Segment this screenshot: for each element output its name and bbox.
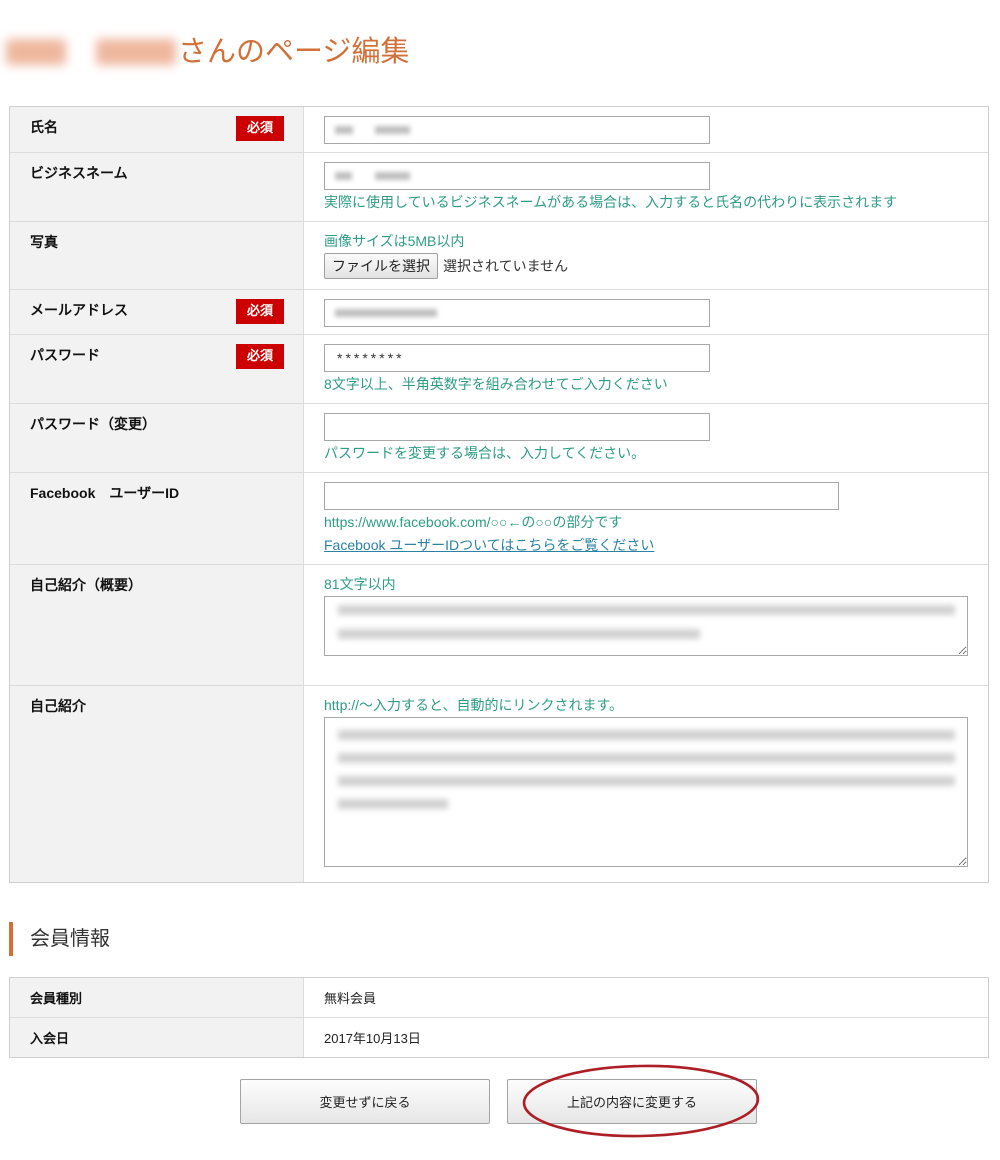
label-cell: パスワード（変更）	[10, 404, 304, 472]
input-cell: 81文字以内	[304, 565, 988, 685]
password-change-input[interactable]	[324, 413, 710, 441]
required-badge: 必須	[236, 116, 284, 141]
name-input-wrapper	[324, 116, 710, 144]
label-cell: 入会日	[10, 1018, 304, 1057]
intro-help: http://～入力すると、自動的にリンクされます。	[324, 697, 624, 713]
business-name-label: ビジネスネーム	[30, 165, 128, 181]
membership-info-table: 会員種別 無料会員 入会日 2017年10月13日	[9, 977, 989, 1058]
facebook-id-label: Facebook ユーザーID	[30, 485, 180, 501]
field-row-password: パスワード 必須 8文字以上、半角英数字を組み合わせてご入力ください	[10, 335, 988, 404]
intro-label: 自己紹介	[30, 698, 86, 714]
label-cell: 会員種別	[10, 978, 304, 1017]
password-label: パスワード	[30, 347, 100, 363]
field-row-photo: 写真 画像サイズは5MB以内 ファイルを選択 選択されていません	[10, 222, 988, 290]
photo-help: 画像サイズは5MB以内	[324, 233, 465, 249]
back-without-changes-button[interactable]: 変更せずに戻る	[240, 1079, 490, 1124]
label-cell: 自己紹介	[10, 686, 304, 882]
table-row: 会員種別 無料会員	[10, 978, 988, 1018]
table-row: 入会日 2017年10月13日	[10, 1018, 988, 1057]
name-input[interactable]	[324, 116, 710, 144]
intro-textarea-wrapper	[324, 717, 968, 867]
intro-textarea[interactable]	[324, 717, 968, 867]
field-row-facebook-id: Facebook ユーザーID https://www.facebook.com…	[10, 473, 988, 565]
membership-type-value: 無料会員	[324, 991, 377, 1006]
label-cell: ビジネスネーム	[10, 153, 304, 221]
section-title: 会員情報	[30, 928, 110, 950]
input-cell: 実際に使用しているビジネスネームがある場合は、入力すると氏名の代わりに表示されま…	[304, 153, 988, 221]
label-cell: 氏名 必須	[10, 107, 304, 152]
field-row-intro-summary: 自己紹介（概要） 81文字以内	[10, 565, 988, 686]
intro-summary-help: 81文字以内	[324, 576, 396, 592]
file-picker: ファイルを選択 選択されていません	[324, 253, 988, 279]
field-row-password-change: パスワード（変更） パスワードを変更する場合は、入力してください。	[10, 404, 988, 473]
input-cell: https://www.facebook.com/○○←の○○の部分です Fac…	[304, 473, 988, 564]
section-heading-membership: 会員情報	[9, 922, 309, 956]
blurred-user-name	[96, 39, 176, 65]
submit-changes-button[interactable]: 上記の内容に変更する	[507, 1079, 757, 1124]
profile-form-table: 氏名 必須 ビジネスネーム 実際に使用しているビジネスネームがある場合は、入力す…	[9, 106, 989, 883]
name-label: 氏名	[30, 119, 58, 135]
business-name-input-wrapper	[324, 162, 710, 190]
facebook-id-help: https://www.facebook.com/○○←の○○の部分です	[324, 514, 623, 530]
label-cell: Facebook ユーザーID	[10, 473, 304, 564]
field-row-business-name: ビジネスネーム 実際に使用しているビジネスネームがある場合は、入力すると氏名の代…	[10, 153, 988, 222]
email-label: メールアドレス	[30, 302, 128, 318]
field-row-intro: 自己紹介 http://～入力すると、自動的にリンクされます。	[10, 686, 988, 882]
password-help: 8文字以上、半角英数字を組み合わせてご入力ください	[324, 376, 668, 392]
blurred-user-name	[6, 39, 66, 65]
input-cell: 画像サイズは5MB以内 ファイルを選択 選択されていません	[304, 222, 988, 289]
password-change-input-wrapper	[324, 413, 710, 441]
field-row-name: 氏名 必須	[10, 107, 988, 153]
input-cell	[304, 107, 988, 152]
password-input[interactable]	[324, 344, 710, 372]
email-input[interactable]	[324, 299, 710, 327]
label-cell: メールアドレス 必須	[10, 290, 304, 334]
facebook-id-input[interactable]	[324, 482, 839, 510]
required-badge: 必須	[236, 344, 284, 369]
photo-label: 写真	[30, 234, 58, 250]
business-name-help: 実際に使用しているビジネスネームがある場合は、入力すると氏名の代わりに表示されま…	[324, 194, 898, 210]
password-change-help: パスワードを変更する場合は、入力してください。	[324, 445, 646, 461]
required-badge: 必須	[236, 299, 284, 324]
password-input-wrapper	[324, 344, 710, 372]
choose-file-button[interactable]: ファイルを選択	[324, 253, 438, 279]
intro-summary-textarea[interactable]	[324, 596, 968, 656]
page-title: さんのページ編集	[0, 34, 1000, 70]
join-date-value: 2017年10月13日	[324, 1031, 421, 1046]
page-title-text: さんのページ編集	[178, 36, 410, 68]
input-cell: 8文字以上、半角英数字を組み合わせてご入力ください	[304, 335, 988, 403]
label-cell: 自己紹介（概要）	[10, 565, 304, 685]
membership-type-label: 会員種別	[30, 991, 83, 1006]
input-cell	[304, 290, 988, 334]
field-row-email: メールアドレス 必須	[10, 290, 988, 335]
label-cell: 写真	[10, 222, 304, 289]
facebook-id-help-link[interactable]: Facebook ユーザーIDついてはこちらをご覧ください	[324, 535, 988, 555]
input-cell: パスワードを変更する場合は、入力してください。	[304, 404, 988, 472]
intro-summary-textarea-wrapper	[324, 596, 968, 656]
facebook-id-input-wrapper	[324, 482, 839, 510]
join-date-label: 入会日	[30, 1031, 70, 1046]
section-accent-bar	[9, 922, 13, 956]
intro-summary-label: 自己紹介（概要）	[30, 577, 142, 593]
input-cell: http://～入力すると、自動的にリンクされます。	[304, 686, 988, 882]
file-status: 選択されていません	[443, 258, 569, 274]
label-cell: パスワード 必須	[10, 335, 304, 403]
business-name-input[interactable]	[324, 162, 710, 190]
email-input-wrapper	[324, 299, 710, 327]
password-change-label: パスワード（変更）	[30, 416, 156, 432]
